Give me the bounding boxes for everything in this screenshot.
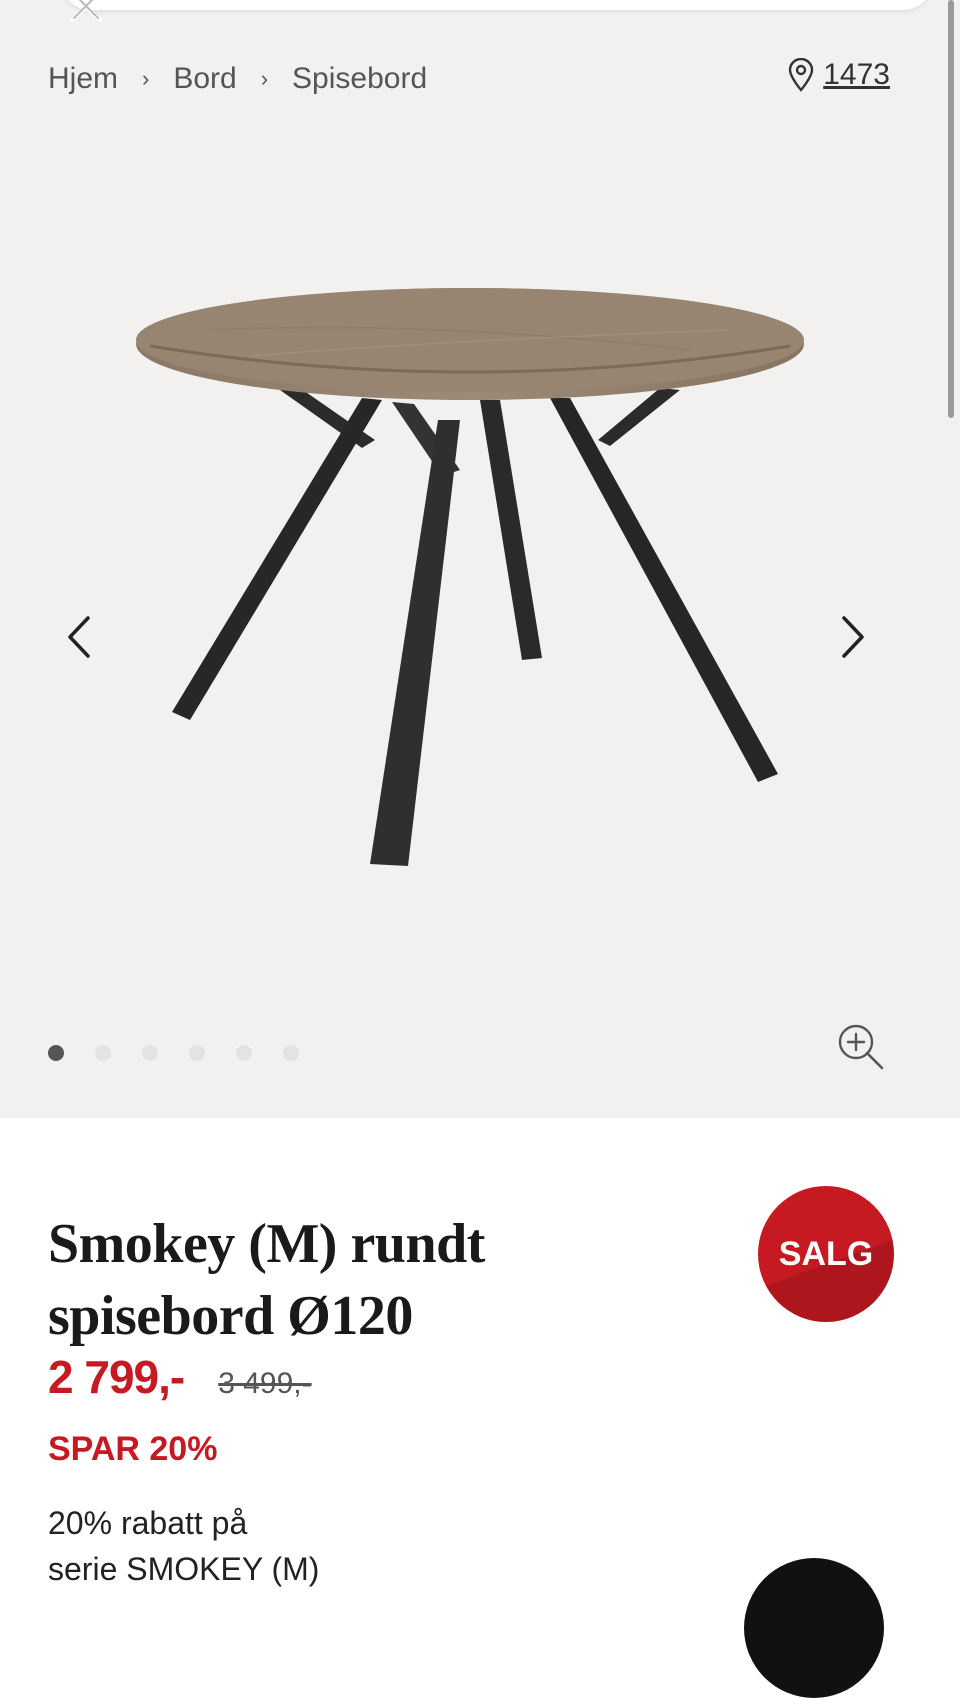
chat-button[interactable] bbox=[744, 1558, 884, 1698]
breadcrumb: Hjem › Bord › Spisebord bbox=[48, 62, 427, 96]
breadcrumb-bord[interactable]: Bord bbox=[173, 62, 236, 96]
location-pin-icon bbox=[789, 58, 814, 92]
breadcrumb-spisebord[interactable]: Spisebord bbox=[292, 62, 427, 96]
product-title-line2: spisebord Ø120 bbox=[48, 1284, 413, 1347]
scrollbar[interactable] bbox=[948, 0, 954, 418]
savings-label: SPAR 20% bbox=[48, 1430, 218, 1468]
old-price: 3 499,- bbox=[218, 1367, 312, 1400]
previous-image-button[interactable] bbox=[58, 612, 98, 662]
breadcrumb-separator: › bbox=[142, 66, 150, 91]
gallery-dot[interactable] bbox=[283, 1045, 299, 1061]
store-number[interactable]: 1473 bbox=[823, 58, 890, 92]
promo-text: 20% rabatt på serie SMOKEY (M) bbox=[48, 1500, 319, 1592]
product-gallery[interactable]: Hjem › Bord › Spisebord 1473 bbox=[0, 0, 960, 1118]
sale-badge-label: SALG bbox=[778, 1234, 874, 1273]
current-price: 2 799,- bbox=[48, 1351, 185, 1403]
next-image-button[interactable] bbox=[834, 612, 874, 662]
breadcrumb-separator: › bbox=[260, 66, 269, 91]
product-image bbox=[136, 288, 804, 866]
header-bar bbox=[62, 0, 932, 10]
zoom-icon[interactable] bbox=[836, 1022, 886, 1072]
product-title: Smokey (M) rundt spisebord Ø120 bbox=[48, 1208, 668, 1352]
breadcrumb-home[interactable]: Hjem bbox=[48, 62, 118, 96]
store-selector[interactable]: 1473 bbox=[787, 58, 890, 92]
gallery-dot[interactable] bbox=[95, 1045, 111, 1061]
product-title-line1: Smokey (M) rundt bbox=[48, 1212, 485, 1275]
gallery-dot[interactable] bbox=[236, 1045, 252, 1061]
price-row: 2 799,- 3 499,- bbox=[48, 1350, 312, 1404]
gallery-dot[interactable] bbox=[48, 1045, 64, 1061]
sale-badge: SALG bbox=[758, 1186, 894, 1322]
gallery-dots bbox=[48, 1045, 330, 1061]
promo-line1: 20% rabatt på bbox=[48, 1505, 248, 1541]
gallery-dot[interactable] bbox=[189, 1045, 205, 1061]
gallery-dot[interactable] bbox=[142, 1045, 158, 1061]
close-icon[interactable] bbox=[66, 0, 106, 24]
promo-line2: serie SMOKEY (M) bbox=[48, 1551, 320, 1587]
